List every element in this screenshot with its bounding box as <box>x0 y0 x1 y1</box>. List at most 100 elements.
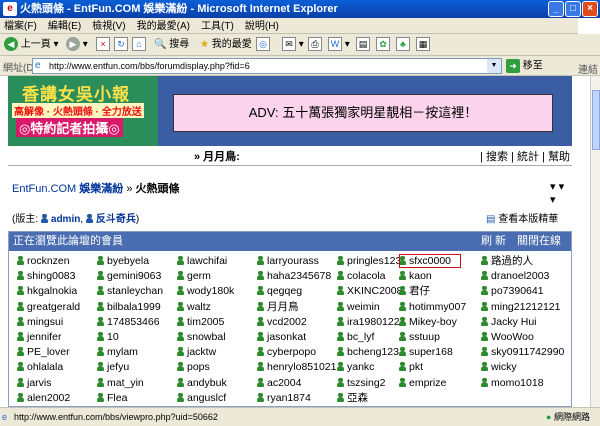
member-item[interactable]: 174853466 <box>97 315 160 329</box>
maximize-button[interactable]: □ <box>565 1 581 17</box>
member-item[interactable]: emprize <box>399 376 446 390</box>
member-item[interactable]: byebyela <box>97 254 149 268</box>
member-item[interactable]: alen2002 <box>17 391 70 405</box>
member-item[interactable]: 君仔 <box>399 284 430 298</box>
member-item[interactable]: henrylo851021 <box>257 360 336 374</box>
member-item[interactable]: mingsui <box>17 315 63 329</box>
member-item[interactable]: PE_lover <box>17 345 70 359</box>
vertical-scrollbar[interactable] <box>590 76 600 407</box>
member-item[interactable]: wody180k <box>177 284 234 298</box>
member-item[interactable]: sstuup <box>399 330 440 344</box>
member-item[interactable]: bcheng123 <box>337 345 399 359</box>
mail-button[interactable]: ✉ ▾ <box>282 37 304 53</box>
member-item[interactable]: jennifer <box>17 330 61 344</box>
member-item[interactable]: weimin <box>337 300 380 314</box>
member-item[interactable]: lawchifai <box>177 254 227 268</box>
menu-help[interactable]: 說明(H) <box>241 19 283 35</box>
member-item[interactable]: yankc <box>337 360 374 374</box>
member-item[interactable]: Jacky Hui <box>481 315 537 329</box>
member-item[interactable]: sky0911742990 <box>481 345 564 359</box>
breadcrumb-more[interactable]: ▾ ▾ ▾ <box>550 180 572 206</box>
member-item[interactable]: larryourass <box>257 254 319 268</box>
member-item[interactable]: momo1018 <box>481 376 544 390</box>
member-item[interactable]: waltz <box>177 300 211 314</box>
member-item[interactable]: shing0083 <box>17 269 75 283</box>
breadcrumb-site[interactable]: EntFun.COM <box>12 183 76 195</box>
username-link[interactable]: » 月月鳥: <box>194 148 240 166</box>
member-item[interactable]: hotimmy007 <box>399 300 466 314</box>
member-item[interactable]: rocknzen <box>17 254 70 268</box>
member-item[interactable]: 亞森 <box>337 391 368 405</box>
member-item[interactable]: 月月鳥 <box>257 300 299 314</box>
extra-button[interactable]: ▦ <box>416 37 430 53</box>
member-item[interactable]: colacola <box>337 269 386 283</box>
edit-button[interactable]: W ▾ <box>328 37 350 53</box>
back-button[interactable]: ◀ 上一頁 ▾ <box>4 37 59 53</box>
member-item[interactable]: wicky <box>481 360 517 374</box>
member-item[interactable]: 路過的人 <box>481 254 533 268</box>
member-item[interactable]: super168 <box>399 345 453 359</box>
media-button[interactable]: ◎ <box>256 37 270 53</box>
member-item[interactable]: pringles123 <box>337 254 401 268</box>
member-item[interactable]: bilbala1999 <box>97 300 161 314</box>
stop-button[interactable]: × <box>96 37 110 53</box>
member-item[interactable]: dranoel2003 <box>481 269 549 283</box>
member-item[interactable]: ryan1874 <box>257 391 311 405</box>
member-item[interactable]: cyberpopo <box>257 345 316 359</box>
member-item[interactable]: ac2004 <box>257 376 301 390</box>
member-item[interactable]: snowbal <box>177 330 226 344</box>
member-item[interactable]: pkt <box>399 360 423 374</box>
go-button[interactable]: ➜ 移至 <box>506 59 543 74</box>
menu-file[interactable]: 檔案(F) <box>0 19 41 35</box>
menu-tools[interactable]: 工具(T) <box>197 19 238 35</box>
member-item[interactable]: jarvis <box>17 376 52 390</box>
forward-button[interactable]: ▶ ▾ <box>66 37 88 53</box>
member-item[interactable]: ming21212121 <box>481 300 560 314</box>
advertisement-banner[interactable]: ADV: 五十萬張獨家明星靚相－按這裡！ <box>173 94 553 132</box>
member-item[interactable]: Flea <box>97 391 127 405</box>
close-button[interactable]: × <box>582 1 598 17</box>
member-item[interactable]: gemini9063 <box>97 269 161 283</box>
member-item[interactable]: haha2345678 <box>257 269 331 283</box>
digest-link[interactable]: ▤ 查看本版精華 <box>486 210 558 225</box>
member-item[interactable]: 10 <box>97 330 119 344</box>
minimize-button[interactable]: _ <box>548 1 564 17</box>
member-item[interactable]: XKINC2008 <box>337 284 402 298</box>
member-item[interactable]: qegqeg <box>257 284 302 298</box>
member-item[interactable]: anguslcf <box>177 391 226 405</box>
member-item[interactable]: tszsing2 <box>337 376 386 390</box>
menu-edit[interactable]: 編輯(E) <box>44 19 85 35</box>
member-item[interactable]: jefyu <box>97 360 129 374</box>
menu-view[interactable]: 檢視(V) <box>88 19 129 35</box>
search-button[interactable]: 🔍 搜尋 <box>154 37 189 53</box>
member-item[interactable]: Mikey-boy <box>399 315 457 329</box>
messenger-button[interactable]: ✿ <box>376 37 390 53</box>
member-item[interactable]: bc_lyf <box>337 330 374 344</box>
member-item[interactable]: ira19801224 <box>337 315 405 329</box>
member-item[interactable]: mylam <box>97 345 138 359</box>
address-input[interactable]: e http://www.entfun.com/bbs/forumdisplay… <box>32 58 502 74</box>
home-button[interactable]: ⌂ <box>132 37 146 53</box>
moderator-link[interactable]: 反斗奇兵 <box>96 214 136 225</box>
member-item[interactable]: andybuk <box>177 376 227 390</box>
member-item[interactable]: jasonkat <box>257 330 306 344</box>
print-button[interactable]: ⎙ <box>308 37 322 53</box>
refresh-button[interactable]: ↻ <box>114 37 128 53</box>
member-item[interactable]: po7390641 <box>481 284 544 298</box>
menu-favorites[interactable]: 我的最愛(A) <box>133 19 194 35</box>
member-item[interactable]: germ <box>177 269 211 283</box>
member-item[interactable]: WooWoo <box>481 330 534 344</box>
member-item[interactable]: greatgerald <box>17 300 80 314</box>
address-dropdown-icon[interactable]: ▼ <box>487 59 501 73</box>
nav-links[interactable]: | 搜索 | 統計 | 幫助 <box>480 148 570 166</box>
member-item[interactable]: mat_yin <box>97 376 144 390</box>
refresh-link[interactable]: 刷 新 <box>481 232 506 251</box>
member-item[interactable]: stanleychan <box>97 284 163 298</box>
member-item[interactable]: pops <box>177 360 210 374</box>
favorites-button[interactable]: ★ 我的最愛 <box>200 37 252 53</box>
member-item[interactable]: ohlalala <box>17 360 63 374</box>
member-item[interactable]: vcd2002 <box>257 315 307 329</box>
scrollbar-thumb[interactable] <box>592 90 600 150</box>
research-button[interactable]: ♣ <box>396 37 410 53</box>
links-button[interactable]: 連結 <box>578 61 598 76</box>
